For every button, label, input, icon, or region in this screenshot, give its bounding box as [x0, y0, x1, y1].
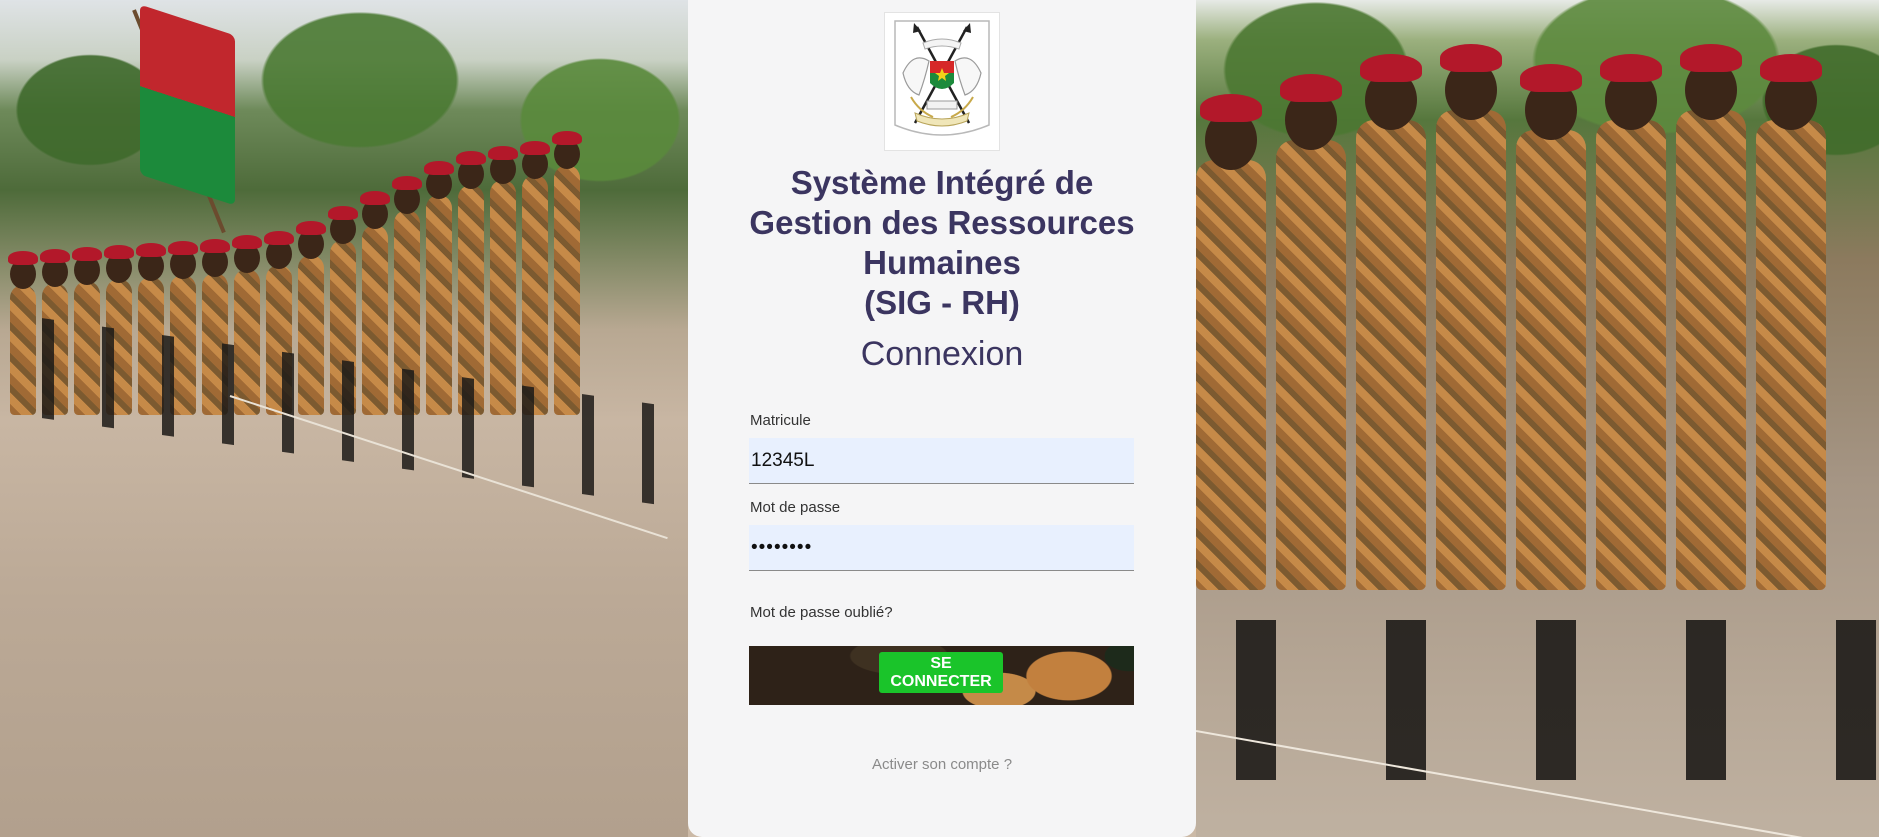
soldier-row-right: [1196, 110, 1826, 590]
app-title-line-3: Humaines: [863, 244, 1021, 281]
login-card: Système Intégré de Gestion des Ressource…: [688, 0, 1196, 837]
submit-banner: SE CONNECTER: [749, 646, 1134, 705]
coat-of-arms-icon: [884, 12, 1000, 151]
background-photo-left: [0, 0, 688, 837]
matricule-label: Matricule: [750, 412, 811, 429]
app-title-line-2: Gestion des Ressources: [749, 204, 1135, 241]
forgot-password-link[interactable]: Mot de passe oublié?: [750, 604, 893, 621]
login-button[interactable]: SE CONNECTER: [879, 652, 1003, 693]
password-label: Mot de passe: [750, 499, 841, 516]
activate-account-link[interactable]: Activer son compte ?: [688, 756, 1196, 773]
app-title-line-4: (SIG - RH): [864, 284, 1020, 321]
login-heading: Connexion: [860, 335, 1024, 373]
boots-right: [1196, 620, 1879, 780]
password-input[interactable]: [749, 525, 1134, 571]
app-title: Système Intégré de Gestion des Ressource…: [708, 163, 1176, 323]
app-title-line-1: Système Intégré de: [790, 164, 1094, 201]
matricule-input[interactable]: [749, 438, 1134, 484]
background-photo-right: [1196, 0, 1879, 837]
